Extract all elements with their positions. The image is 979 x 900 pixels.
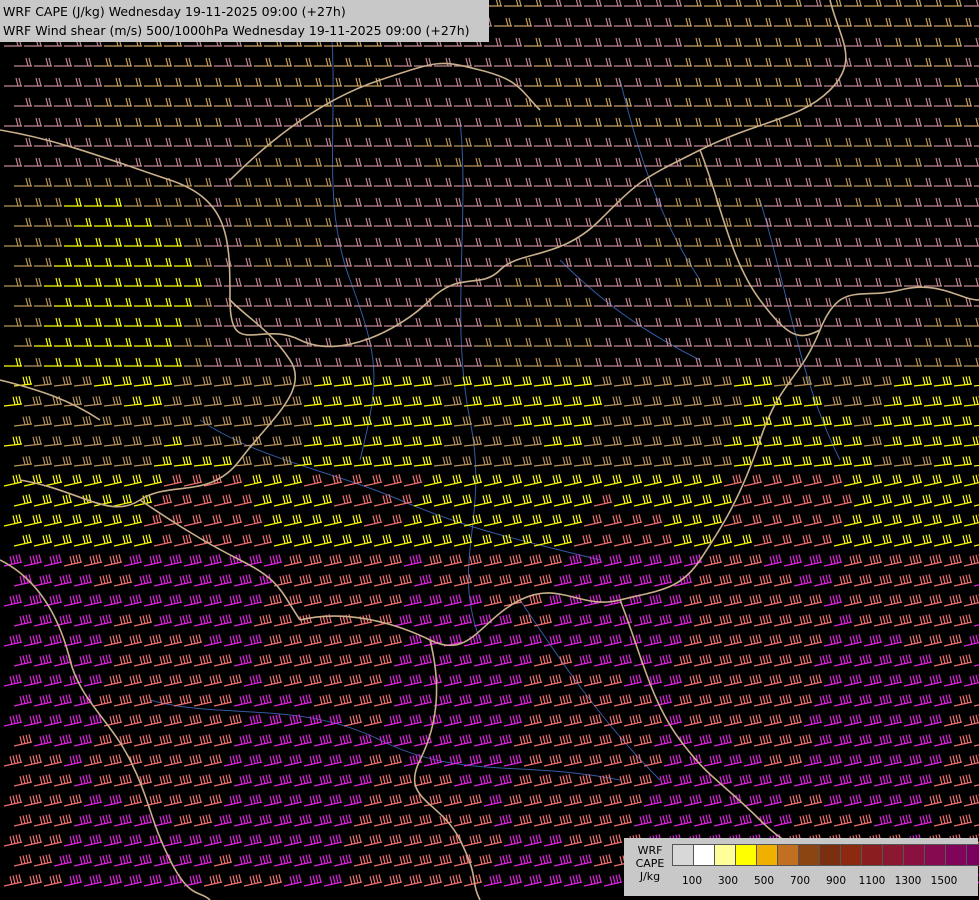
legend-model: WRF <box>637 844 663 857</box>
legend-swatch <box>945 844 967 866</box>
legend-swatch <box>756 844 778 866</box>
legend-swatch <box>840 844 862 866</box>
legend-tick: 1500 <box>930 875 958 887</box>
legend-color-bar <box>672 844 979 866</box>
legend-swatch <box>882 844 904 866</box>
legend-unit: J/kg <box>639 870 661 883</box>
map-canvas <box>0 0 979 900</box>
title-box: WRF CAPE (J/kg) Wednesday 19-11-2025 09:… <box>0 0 489 42</box>
legend-label: WRF CAPE J/kg <box>630 844 670 883</box>
legend-tick: 300 <box>717 875 739 887</box>
legend-tick: 1300 <box>894 875 922 887</box>
legend-swatch <box>798 844 820 866</box>
legend-tick: 900 <box>825 875 847 887</box>
legend-tick: 700 <box>789 875 811 887</box>
legend-tick: 500 <box>753 875 775 887</box>
cape-legend: WRF CAPE J/kg 100 300 500 700 900 1100 1300 150… <box>624 838 979 896</box>
legend-swatch <box>861 844 883 866</box>
legend-tick-labels: 100 300 500 700 900 1100 1300 1500 <box>672 875 972 889</box>
legend-swatch <box>735 844 757 866</box>
title-cape: WRF CAPE (J/kg) Wednesday 19-11-2025 09:… <box>3 4 346 19</box>
legend-swatch <box>966 844 979 866</box>
title-wind-shear: WRF Wind shear (m/s) 500/1000hPa Wednesd… <box>3 23 470 38</box>
legend-swatch <box>714 844 736 866</box>
legend-swatch <box>819 844 841 866</box>
legend-swatch <box>903 844 925 866</box>
legend-tick: 1100 <box>858 875 886 887</box>
legend-swatch <box>777 844 799 866</box>
legend-swatch <box>924 844 946 866</box>
legend-tick: 100 <box>681 875 703 887</box>
legend-swatch <box>672 844 694 866</box>
legend-variable: CAPE <box>635 857 665 870</box>
legend-swatch <box>693 844 715 866</box>
